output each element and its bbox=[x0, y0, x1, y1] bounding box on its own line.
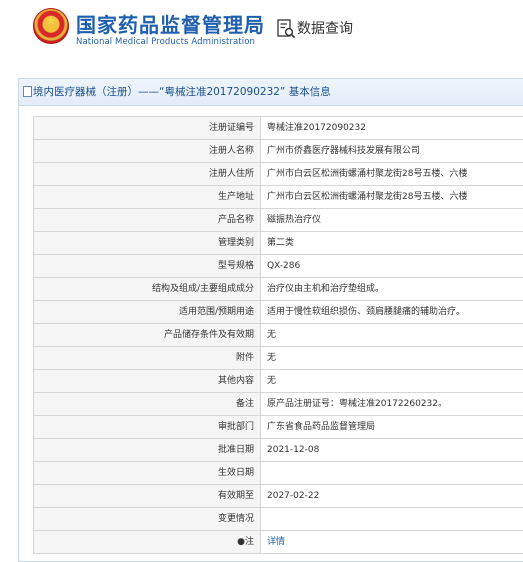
table-row: 注册证编号 粤械注准20172090232 bbox=[33, 116, 523, 140]
table-row: 其他内容无 bbox=[33, 369, 523, 393]
field-label: 注册人名称 bbox=[33, 139, 261, 163]
field-value: QX-286 bbox=[260, 254, 523, 278]
field-value: 广州市白云区松洲街螺涌村聚龙街28号五楼、六楼 bbox=[260, 185, 523, 209]
field-label: ●注 bbox=[33, 530, 261, 554]
document-icon bbox=[23, 86, 32, 97]
field-value: 适用于慢性软组织损伤、颈肩腰腿痛的辅助治疗。 bbox=[260, 300, 523, 324]
field-label: 变更情况 bbox=[33, 507, 261, 531]
national-emblem-icon: ★ bbox=[33, 8, 69, 44]
table-row: 审批部门 广东省食品药品监督管理局 bbox=[33, 415, 523, 439]
field-label: 产品名称 bbox=[33, 208, 261, 232]
field-value: 广州市白云区松洲街螺涌村聚龙街28号五楼、六楼 bbox=[260, 162, 523, 186]
table-row: 备注 原产品注册证号：粤械注准20172260232。 bbox=[33, 392, 523, 416]
table-row: 有效期至 2027-02-22 bbox=[33, 484, 523, 508]
data-query-label: 数据查询 bbox=[297, 21, 353, 37]
field-value: 第二类 bbox=[260, 231, 523, 255]
field-value: 无 bbox=[260, 369, 523, 393]
field-value: 原产品注册证号：粤械注准20172260232。 bbox=[260, 392, 523, 416]
field-label: 备注 bbox=[33, 392, 261, 416]
basic-info-panel: 境内医疗器械（注册）——“粤械注准20172090232” 基本信息 注册证编号… bbox=[18, 78, 523, 562]
details-link[interactable]: 详情 bbox=[260, 530, 523, 554]
site-title-en: National Medical Products Administration bbox=[76, 37, 255, 47]
table-row: 适用范围/预期用途 适用于慢性软组织损伤、颈肩腰腿痛的辅助治疗。 bbox=[33, 300, 523, 324]
table-row: 注册人名称 广州市侨鑫医疗器械科技发展有限公司 bbox=[33, 139, 523, 163]
field-value: 无 bbox=[260, 323, 523, 347]
field-label: 生效日期 bbox=[33, 461, 261, 485]
field-value bbox=[260, 461, 523, 485]
field-label: 结构及组成/主要组成成分 bbox=[33, 277, 261, 301]
field-label: 其他内容 bbox=[33, 369, 261, 393]
table-row: 附件无 bbox=[33, 346, 523, 370]
field-label: 注册人住所 bbox=[33, 162, 261, 186]
site-header: ★ 国家药品监督管理局 National Medical Products Ad… bbox=[0, 0, 523, 64]
field-label: 产品储存条件及有效期 bbox=[33, 323, 261, 347]
panel-title: 境内医疗器械（注册）——“粤械注准20172090232” 基本信息 bbox=[33, 86, 331, 98]
field-value: 广东省食品药品监督管理局 bbox=[260, 415, 523, 439]
field-label: 生产地址 bbox=[33, 185, 261, 209]
table-row: 产品储存条件及有效期无 bbox=[33, 323, 523, 347]
field-label: 适用范围/预期用途 bbox=[33, 300, 261, 324]
field-value: 磁振热治疗仪 bbox=[260, 208, 523, 232]
field-label: 有效期至 bbox=[33, 484, 261, 508]
field-label: 型号规格 bbox=[33, 254, 261, 278]
data-query-icon bbox=[277, 19, 296, 39]
field-label: 审批部门 bbox=[33, 415, 261, 439]
table-row: 注册人住所 广州市白云区松洲街螺涌村聚龙街28号五楼、六楼 bbox=[33, 162, 523, 186]
site-title-cn: 国家药品监督管理局 bbox=[76, 13, 265, 37]
field-value: 2027-02-22 bbox=[260, 484, 523, 508]
table-row: 变更情况 bbox=[33, 507, 523, 531]
field-label: 管理类别 bbox=[33, 231, 261, 255]
table-row: 批准日期 2021-12-08 bbox=[33, 438, 523, 462]
info-table: 注册证编号 粤械注准20172090232 注册人名称 广州市侨鑫医疗器械科技发展有限… bbox=[33, 116, 523, 554]
table-row: 管理类别 第二类 bbox=[33, 231, 523, 255]
field-value: 治疗仪由主机和治疗垫组成。 bbox=[260, 277, 523, 301]
table-row: ●注 详情 bbox=[33, 530, 523, 554]
field-value: 广州市侨鑫医疗器械科技发展有限公司 bbox=[260, 139, 523, 163]
table-row: 生效日期 bbox=[33, 461, 523, 485]
table-row: 型号规格 QX-286 bbox=[33, 254, 523, 278]
table-row: 产品名称 磁振热治疗仪 bbox=[33, 208, 523, 232]
table-row: 结构及组成/主要组成成分 治疗仪由主机和治疗垫组成。 bbox=[33, 277, 523, 301]
table-row: 生产地址 广州市白云区松洲街螺涌村聚龙街28号五楼、六楼 bbox=[33, 185, 523, 209]
field-label: 附件 bbox=[33, 346, 261, 370]
field-label: 注册证编号 bbox=[33, 116, 261, 140]
field-value bbox=[260, 507, 523, 531]
field-value: 2021-12-08 bbox=[260, 438, 523, 462]
field-label: 批准日期 bbox=[33, 438, 261, 462]
field-value: 粤械注准20172090232 bbox=[260, 116, 523, 140]
panel-header: 境内医疗器械（注册）——“粤械注准20172090232” 基本信息 bbox=[19, 79, 523, 106]
field-value: 无 bbox=[260, 346, 523, 370]
